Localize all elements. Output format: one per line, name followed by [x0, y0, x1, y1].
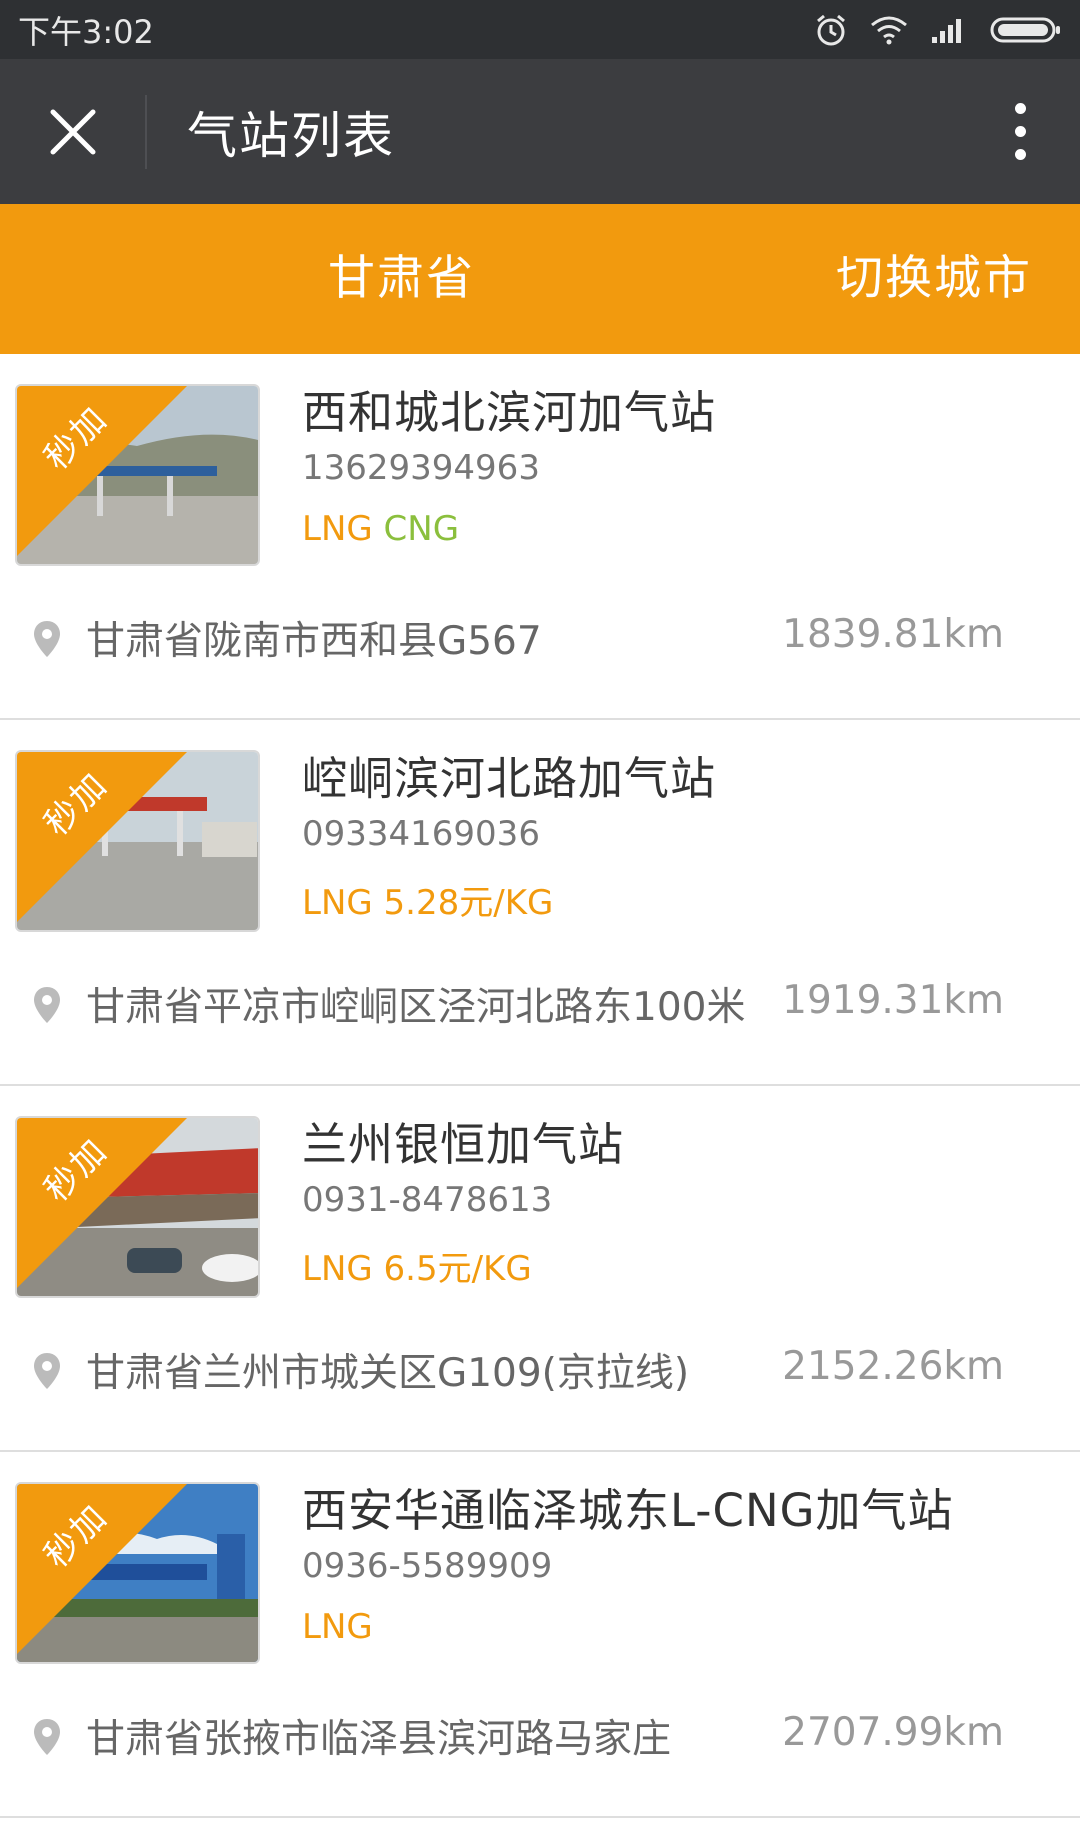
fuel-lng: LNG — [302, 509, 373, 549]
station-fuel: LNG 5.28元/KG — [302, 875, 553, 924]
station-fuel: LNG CNG — [302, 509, 459, 549]
station-address: 甘肃省陇南市西和县G567 — [86, 619, 542, 664]
station-fuel: LNG — [302, 1607, 373, 1647]
station-photo: 秒加 — [15, 750, 260, 932]
status-time: 下午3:02 — [18, 12, 154, 51]
battery-icon — [990, 17, 1060, 42]
station-item[interactable]: 秒加 西安华通临泽城东L-CNG加气站 0936-5589909 LNG 甘肃省… — [0, 1452, 1080, 1818]
fuel-cng: CNG — [383, 509, 460, 549]
station-phone[interactable]: 0936-5589909 — [302, 1546, 552, 1586]
station-photo: 秒加 — [15, 384, 260, 566]
more-menu-button[interactable] — [1000, 59, 1040, 204]
location-pin-icon — [34, 987, 60, 1023]
station-distance: 2707.99km — [782, 1710, 1004, 1755]
station-name: 兰州银恒加气站 — [302, 1118, 625, 1171]
more-dot-icon — [1014, 103, 1026, 114]
station-phone[interactable]: 0931-8478613 — [302, 1180, 552, 1220]
station-distance: 2152.26km — [782, 1344, 1004, 1389]
close-button[interactable] — [0, 59, 145, 204]
fuel-lng: LNG 6.5元/KG — [302, 1249, 532, 1289]
station-list: 秒加 西和城北滨河加气站 13629394963 LNG CNG 甘肃省陇南市西… — [0, 354, 1080, 1818]
station-distance: 1839.81km — [782, 612, 1004, 657]
station-fuel: LNG 6.5元/KG — [302, 1241, 532, 1290]
station-name: 西安华通临泽城东L-CNG加气站 — [302, 1484, 954, 1537]
station-item[interactable]: 秒加 崆峒滨河北路加气站 09334169036 LNG 5.28元/KG 甘肃… — [0, 720, 1080, 1086]
station-item[interactable]: 秒加 西和城北滨河加气站 13629394963 LNG CNG 甘肃省陇南市西… — [0, 354, 1080, 720]
location-pin-icon — [34, 1353, 60, 1389]
title-divider — [145, 94, 147, 169]
status-icons — [814, 13, 1062, 47]
status-bar: 下午3:02 — [0, 0, 1080, 59]
station-phone[interactable]: 13629394963 — [302, 448, 540, 488]
city-bar: 甘肃省 切换城市 — [0, 204, 1080, 354]
station-phone[interactable]: 09334169036 — [302, 814, 540, 854]
wifi-icon — [871, 16, 907, 44]
station-photo: 秒加 — [15, 1116, 260, 1298]
more-dot-icon — [1014, 126, 1026, 137]
more-dot-icon — [1014, 149, 1026, 160]
station-photo: 秒加 — [15, 1482, 260, 1664]
station-name: 西和城北滨河加气站 — [302, 386, 717, 439]
close-icon — [50, 109, 95, 154]
fuel-lng: LNG — [302, 1607, 373, 1647]
switch-city-button[interactable]: 切换城市 — [836, 204, 1032, 354]
page-title: 气站列表 — [187, 106, 395, 165]
title-bar: 气站列表 — [0, 59, 1080, 204]
station-name: 崆峒滨河北路加气站 — [302, 752, 717, 805]
station-address: 甘肃省平凉市崆峒区泾河北路东100米 — [86, 985, 746, 1030]
location-pin-icon — [34, 621, 60, 657]
alarm-icon — [817, 14, 845, 45]
station-address: 甘肃省兰州市城关区G109(京拉线) — [86, 1351, 690, 1396]
signal-icon — [932, 18, 961, 43]
location-pin-icon — [34, 1719, 60, 1755]
province-label[interactable]: 甘肃省 — [328, 204, 475, 354]
station-distance: 1919.31km — [782, 978, 1004, 1023]
station-address: 甘肃省张掖市临泽县滨河路马家庄 — [86, 1717, 672, 1762]
station-item[interactable]: 秒加 兰州银恒加气站 0931-8478613 LNG 6.5元/KG 甘肃省兰… — [0, 1086, 1080, 1452]
fuel-lng: LNG 5.28元/KG — [302, 883, 554, 923]
